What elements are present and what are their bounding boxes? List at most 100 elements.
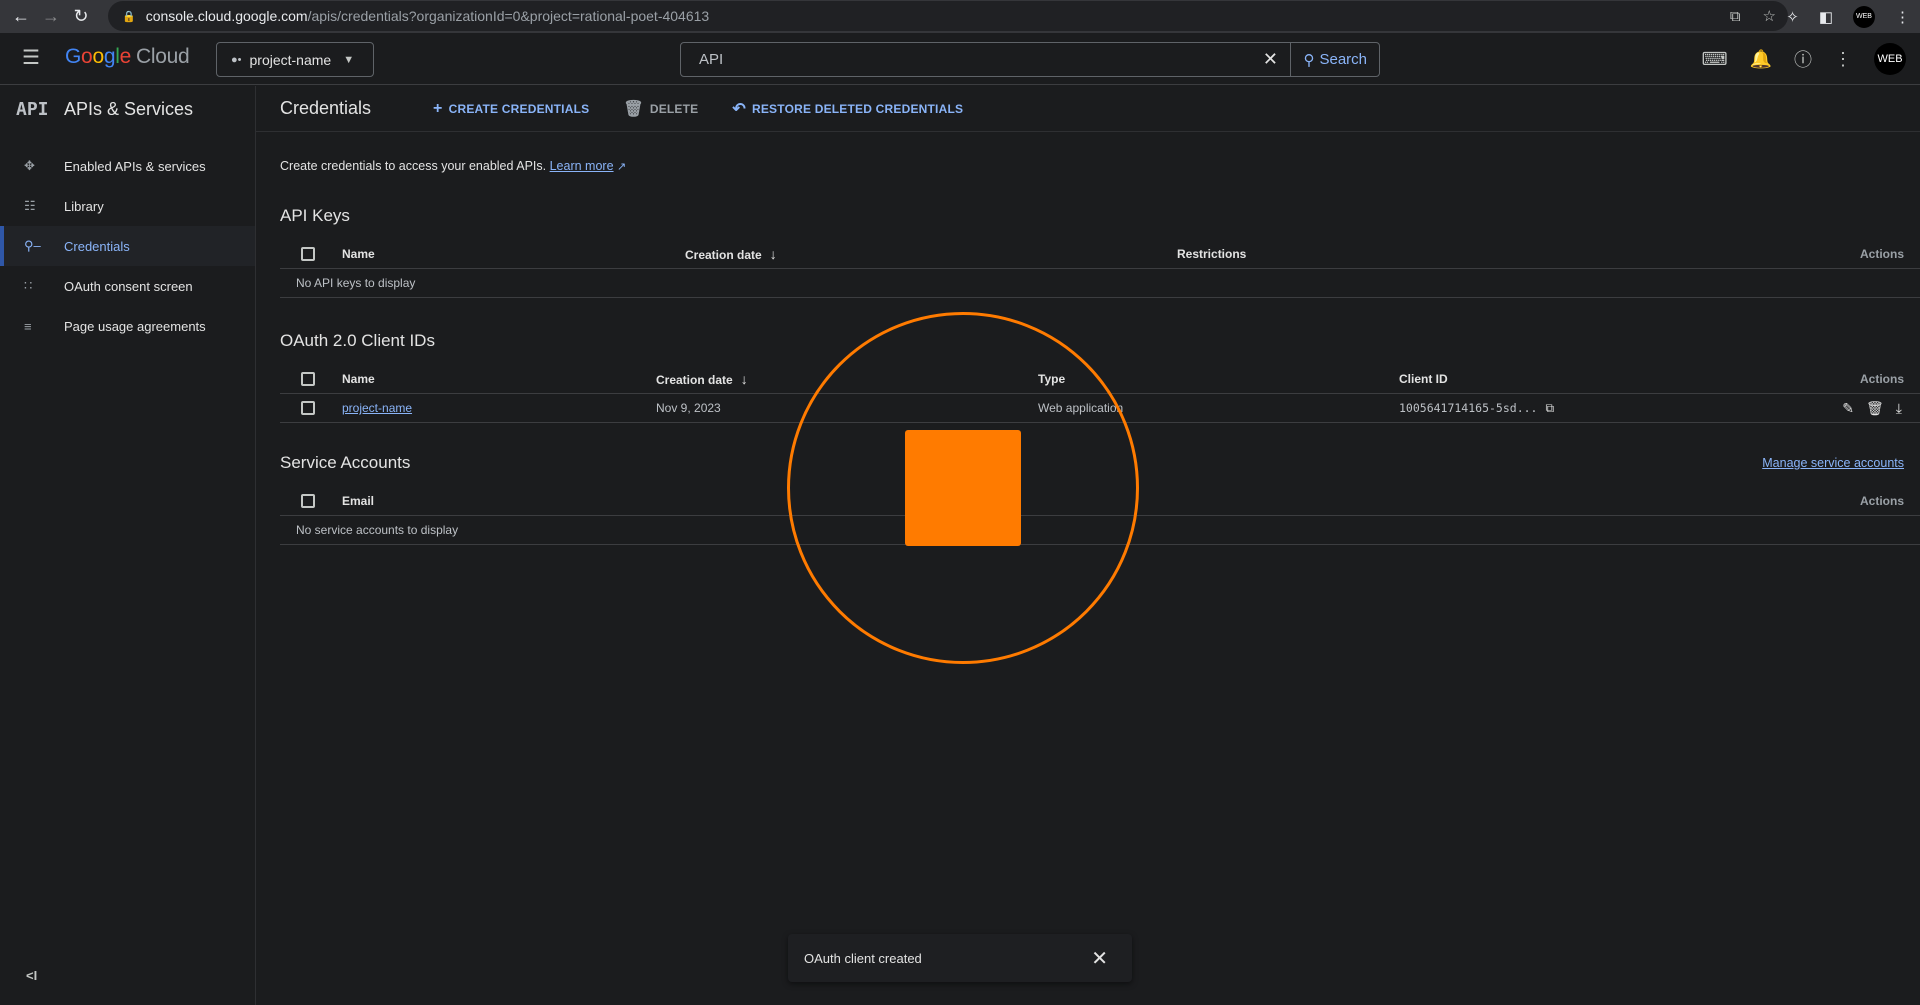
- logo-letter: g: [103, 45, 116, 68]
- column-header-name-partial[interactable]: N: [921, 494, 930, 508]
- sidebar-item-label: OAuth consent screen: [64, 278, 193, 294]
- logo-letter: e: [119, 45, 132, 68]
- sidebar-item-enabled-apis[interactable]: ✥ Enabled APIs & services: [0, 146, 255, 186]
- learn-more-link[interactable]: Learn more: [550, 159, 614, 173]
- collapse-sidebar-icon[interactable]: <I: [26, 968, 37, 983]
- column-header-client-id[interactable]: Client ID: [1399, 372, 1448, 386]
- edit-pencil-icon[interactable]: ✎: [1842, 400, 1854, 417]
- empty-row: No service accounts to display: [280, 516, 1920, 545]
- column-header-name[interactable]: Name: [342, 247, 375, 261]
- plus-icon: +: [433, 99, 443, 117]
- column-header-creation-date[interactable]: Creation date ↓: [656, 371, 748, 387]
- column-label: Creation date: [656, 372, 733, 387]
- logo-letter: o: [92, 45, 104, 68]
- search-button-label: Search: [1319, 51, 1367, 68]
- chevron-down-icon: ▼: [343, 53, 355, 66]
- notifications-bell-icon[interactable]: 🔔: [1750, 49, 1772, 70]
- column-header-restrictions: Restrictions: [1177, 246, 1247, 261]
- hub-icon: ✥: [24, 158, 35, 173]
- oauth-clients-table: Name Creation date ↓ Type Client ID Actio…: [280, 364, 1920, 423]
- table-row: project-name Nov 9, 2023 Web application…: [280, 394, 1920, 423]
- column-header-actions: Actions: [1859, 371, 1904, 386]
- more-options-icon[interactable]: ⋮: [1834, 49, 1852, 70]
- search-button[interactable]: ⚲ Search: [1290, 43, 1379, 76]
- service-accounts-table: Email N Actions No service accounts to d…: [280, 486, 1920, 545]
- address-bar[interactable]: 🔒 console.cloud.google.com/apis/credenti…: [108, 1, 1788, 31]
- sidebar-item-label: Page usage agreements: [64, 318, 206, 334]
- toast-message: OAuth client created: [804, 950, 922, 966]
- table-header: Name Creation date ↓ Restrictions Actions: [280, 239, 1920, 269]
- creation-date: Nov 9, 2023: [656, 401, 721, 415]
- column-header-name[interactable]: Name: [342, 372, 375, 386]
- sidebar-item-library[interactable]: ☷ Library: [0, 186, 255, 226]
- sidebar-item-label: Credentials: [64, 238, 130, 254]
- bookmark-star-icon[interactable]: ☆: [1763, 7, 1776, 25]
- google-cloud-logo[interactable]: Google Cloud: [65, 45, 190, 69]
- column-header-creation-date[interactable]: Creation date ↓: [685, 246, 777, 262]
- empty-message: No service accounts to display: [296, 523, 459, 537]
- share-icon[interactable]: ⧉: [1730, 8, 1741, 25]
- url-host: console.cloud.google.com: [145, 8, 308, 24]
- sidebar-item-oauth-consent[interactable]: ∷ OAuth consent screen: [0, 266, 255, 306]
- api-keys-title: API Keys: [280, 206, 350, 225]
- sidebar-title: APIs & Services: [64, 98, 194, 119]
- account-avatar[interactable]: WEB: [1874, 43, 1906, 75]
- trash-icon: 🗑: [623, 100, 644, 118]
- manage-service-accounts-link[interactable]: Manage service accounts: [1762, 456, 1904, 470]
- side-panel-icon[interactable]: ◧: [1819, 8, 1833, 26]
- service-accounts-title: Service Accounts: [280, 453, 411, 472]
- project-name: project-name: [249, 51, 332, 68]
- sort-arrow-down-icon: ↓: [769, 245, 777, 262]
- back-button[interactable]: ←: [6, 2, 36, 32]
- key-icon: ⚲–: [24, 238, 41, 253]
- main-menu-icon[interactable]: ☰: [22, 48, 44, 70]
- empty-message: No API keys to display: [296, 276, 416, 290]
- row-actions: ✎ 🗑 ⤓: [1842, 400, 1902, 417]
- column-header-type[interactable]: Type: [1038, 372, 1065, 386]
- sidebar-item-credentials[interactable]: ⚲– Credentials: [0, 226, 255, 266]
- delete-button[interactable]: 🗑 DELETE: [623, 99, 698, 119]
- cloud-shell-icon[interactable]: ⌨: [1702, 49, 1728, 70]
- library-icon: ☷: [24, 198, 36, 213]
- client-id-cell: 1005641714165-5sd... ⧉: [1399, 401, 1554, 416]
- api-keys-table: Name Creation date ↓ Restrictions Actions…: [280, 239, 1920, 298]
- create-credentials-label: CREATE CREDENTIALS: [448, 101, 590, 116]
- api-keys-section-header: API Keys: [280, 206, 1896, 226]
- download-icon[interactable]: ⤓: [1896, 400, 1902, 417]
- browser-menu-icon[interactable]: ⋮: [1895, 8, 1910, 26]
- forward-button[interactable]: →: [36, 2, 66, 32]
- client-name-link[interactable]: project-name: [342, 401, 412, 415]
- url-path: /apis/credentials?organizationId=0&proje…: [307, 8, 710, 24]
- intro-text: Create credentials to access your enable…: [280, 159, 1896, 173]
- sidebar-item-label: Library: [64, 198, 104, 214]
- page-title: Credentials: [280, 98, 372, 118]
- sidebar-item-page-usage[interactable]: ≡ Page usage agreements: [0, 306, 255, 346]
- extensions-icon[interactable]: ✧: [1786, 8, 1799, 26]
- column-label: Creation date: [685, 247, 762, 262]
- project-picker[interactable]: ●• project-name ▼: [216, 42, 374, 77]
- restore-deleted-credentials-button[interactable]: ↶ RESTORE DELETED CREDENTIALS: [732, 99, 963, 119]
- sidebar-header: API APIs & Services: [0, 86, 255, 132]
- intro-sentence: Create credentials to access your enable…: [280, 159, 547, 173]
- select-all-checkbox[interactable]: [301, 371, 315, 386]
- select-all-checkbox[interactable]: [301, 246, 315, 261]
- row-checkbox[interactable]: [301, 401, 315, 415]
- create-credentials-button[interactable]: + CREATE CREDENTIALS: [433, 100, 589, 118]
- select-all-checkbox[interactable]: [301, 493, 315, 508]
- reload-button[interactable]: ↻: [66, 2, 96, 32]
- search-input[interactable]: [681, 51, 1251, 68]
- snackbar-toast: OAuth client created ✕: [788, 934, 1132, 982]
- copy-icon[interactable]: ⧉: [1545, 401, 1554, 415]
- clear-search-icon[interactable]: ✕: [1250, 49, 1290, 70]
- column-header-actions: Actions: [1859, 246, 1904, 261]
- delete-trash-icon[interactable]: 🗑: [1866, 400, 1884, 417]
- restore-label: RESTORE DELETED CREDENTIALS: [751, 101, 964, 116]
- column-header-email[interactable]: Email: [342, 494, 374, 508]
- browser-profile-avatar[interactable]: WEB: [1853, 5, 1875, 28]
- undo-icon: ↶: [732, 100, 746, 118]
- consent-icon: ∷: [24, 278, 33, 293]
- close-icon[interactable]: ✕: [1091, 946, 1108, 971]
- sort-arrow-down-icon: ↓: [740, 370, 748, 387]
- client-type: Web application: [1038, 401, 1124, 415]
- help-icon[interactable]: ⓘ: [1794, 46, 1812, 72]
